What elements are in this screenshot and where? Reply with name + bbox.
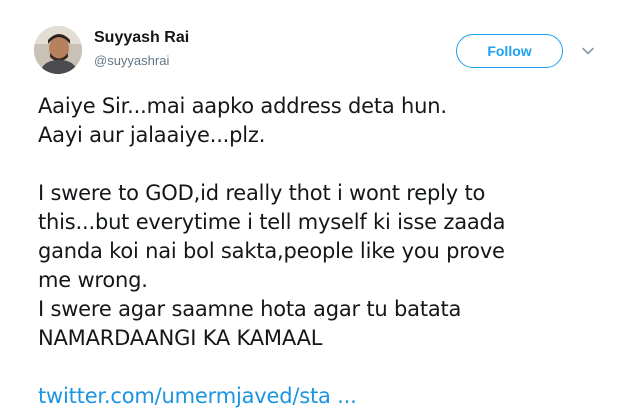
tweet-menu-button[interactable]: [578, 41, 598, 61]
follow-button[interactable]: Follow: [456, 34, 563, 68]
tweet-text-line: NAMARDAANGI KA KAMAAL: [38, 326, 323, 350]
tweet-text: Aaiye Sir...mai aapko address deta hun. …: [38, 92, 618, 353]
tweet-text-line: me wrong.: [38, 268, 148, 292]
author-name[interactable]: Suyyash Rai: [94, 29, 189, 47]
tweet-text-line: I swere to GOD,id really thot i wont rep…: [38, 181, 486, 205]
tweet-link[interactable]: twitter.com/umermjaved/sta ...: [38, 382, 357, 411]
chevron-down-icon: [582, 47, 594, 55]
tweet-text-line: Aaiye Sir...mai aapko address deta hun.: [38, 94, 447, 118]
tweet-card: Suyyash Rai @suyyashrai Follow Aaiye Sir…: [0, 0, 631, 417]
tweet-text-line: ganda koi nai bol sakta,people like you …: [38, 239, 505, 263]
tweet-text-line: Aayi aur jalaaiye...plz.: [38, 123, 266, 147]
profile-photo-icon: [34, 26, 82, 74]
author-handle[interactable]: @suyyashrai: [94, 53, 169, 68]
tweet-text-line: I swere agar saamne hota agar tu batata: [38, 297, 462, 321]
tweet-text-line: this...but everytime i tell myself ki is…: [38, 210, 506, 234]
avatar[interactable]: [34, 26, 82, 74]
